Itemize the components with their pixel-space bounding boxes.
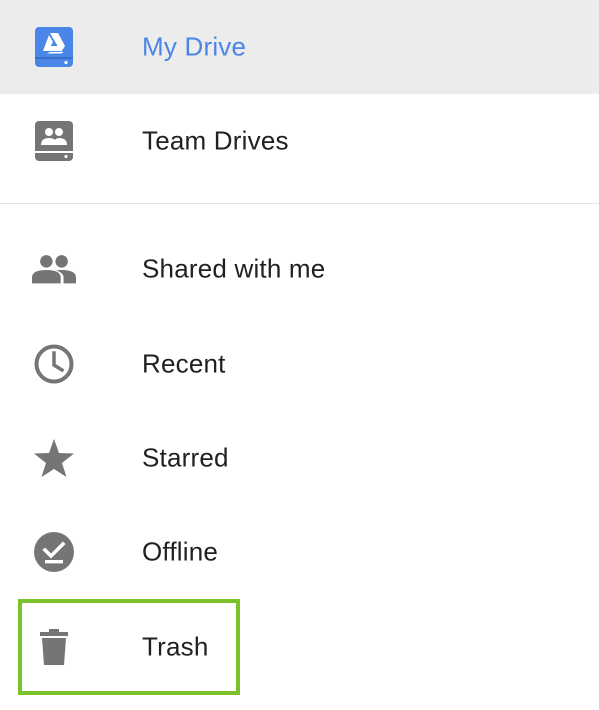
- nav-item-offline[interactable]: Offline: [0, 505, 599, 599]
- nav-label-team-drives: Team Drives: [142, 125, 289, 156]
- star-icon: [32, 436, 76, 480]
- nav-item-recent[interactable]: Recent: [0, 317, 599, 411]
- drive-icon: [32, 25, 76, 69]
- navigation-drawer: My Drive Team Drives Shared with me Rece…: [0, 0, 599, 710]
- nav-label-starred: Starred: [142, 442, 229, 473]
- nav-label-recent: Recent: [142, 348, 226, 379]
- nav-item-starred[interactable]: Starred: [0, 411, 599, 505]
- nav-label-my-drive: My Drive: [142, 31, 247, 62]
- section-divider: [0, 203, 599, 204]
- trash-icon: [32, 625, 76, 669]
- offline-check-icon: [32, 530, 76, 574]
- nav-label-shared-with-me: Shared with me: [142, 253, 326, 284]
- nav-item-team-drives[interactable]: Team Drives: [0, 94, 599, 188]
- nav-item-trash[interactable]: Trash: [0, 600, 599, 694]
- people-icon: [32, 247, 76, 291]
- nav-label-offline: Offline: [142, 536, 219, 567]
- team-drives-icon: [32, 119, 76, 163]
- nav-item-my-drive[interactable]: My Drive: [0, 0, 599, 94]
- nav-label-trash: Trash: [142, 631, 209, 662]
- nav-item-shared-with-me[interactable]: Shared with me: [0, 222, 599, 316]
- clock-icon: [32, 342, 76, 386]
